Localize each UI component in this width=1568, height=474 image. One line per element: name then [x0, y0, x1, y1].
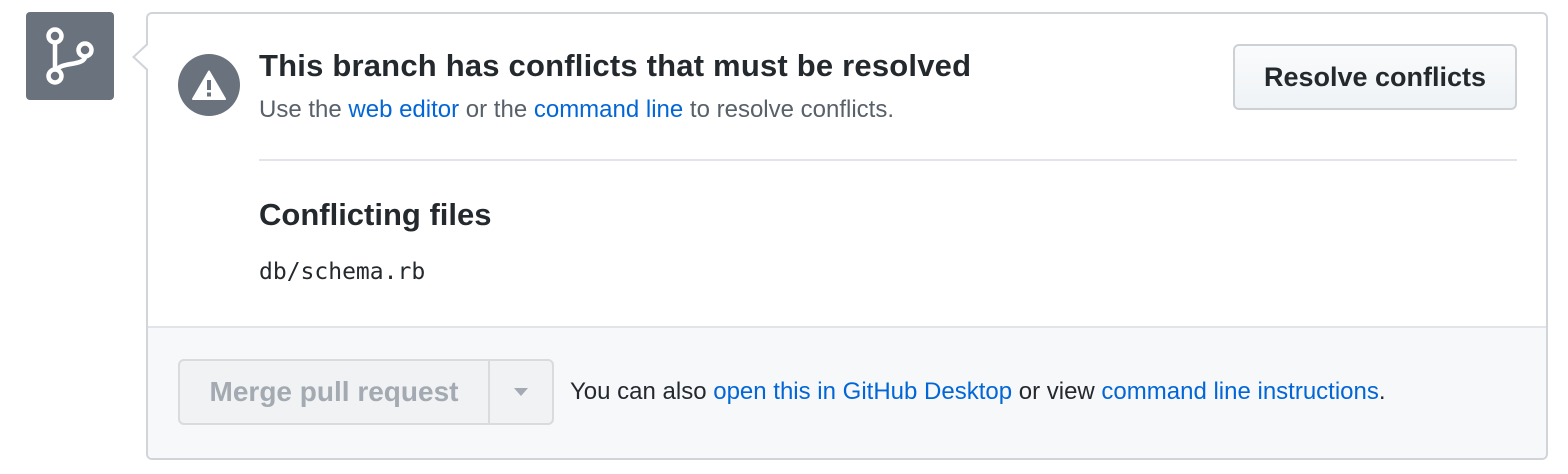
merge-status-panel: This branch has conflicts that must be r…: [132, 12, 1548, 460]
divider: [259, 159, 1517, 161]
resolve-conflicts-button[interactable]: Resolve conflicts: [1233, 44, 1517, 110]
alert-icon: [178, 54, 240, 116]
merge-footer-text: You can also open this in GitHub Desktop…: [570, 378, 1386, 405]
command-line-instructions-link[interactable]: command line instructions: [1101, 378, 1378, 405]
merge-footer: Merge pull request You can also open thi…: [148, 326, 1546, 458]
conflict-description: Use the web editor or the command line t…: [259, 96, 894, 123]
open-in-desktop-link[interactable]: open this in GitHub Desktop: [713, 378, 1012, 405]
merge-pull-request-button[interactable]: Merge pull request: [180, 361, 488, 423]
conflicting-files-heading: Conflicting files: [259, 197, 492, 232]
conflict-title: This branch has conflicts that must be r…: [259, 48, 972, 83]
web-editor-link[interactable]: web editor: [348, 96, 459, 123]
merge-options-dropdown[interactable]: [488, 361, 552, 423]
merge-button-group: Merge pull request: [178, 359, 554, 425]
conflicting-file-item: db/schema.rb: [259, 259, 426, 285]
command-line-link[interactable]: command line: [534, 96, 683, 123]
branch-badge: [26, 12, 114, 100]
triangle-down-icon: [514, 388, 528, 396]
git-branch-icon: [46, 27, 94, 85]
